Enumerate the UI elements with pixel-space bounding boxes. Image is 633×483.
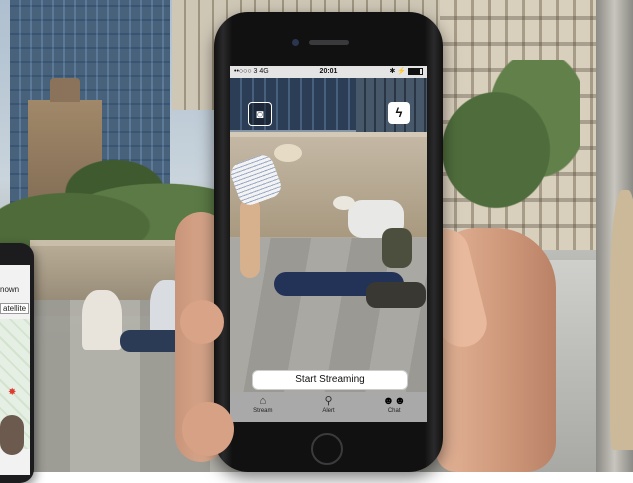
status-indicators: ✱ ⚡	[389, 66, 423, 78]
flash-button[interactable]: ϟ	[388, 102, 410, 124]
feed-person-lying-legs	[366, 282, 426, 308]
second-phone-finger	[0, 415, 24, 455]
left-thumb	[180, 300, 224, 344]
chat-people-icon: ☻☻	[382, 395, 406, 407]
tab-stream[interactable]: ⌂ Stream	[230, 392, 296, 422]
pedestrian-figure	[610, 190, 633, 450]
front-camera	[292, 39, 299, 46]
second-phone-text: nown	[0, 285, 20, 294]
camera-icon: ◙	[256, 107, 264, 121]
phone-screen: ••○○○ 3 4G 20:01 ✱ ⚡ ◙ ϟ Start Streaming	[230, 66, 427, 422]
switch-camera-button[interactable]: ◙	[248, 102, 272, 126]
feed-person-helper-legs	[382, 228, 412, 268]
second-phone-screen: nown atellite ✸ ✸	[0, 265, 30, 475]
alert-joystick-icon: ⚲	[324, 395, 333, 407]
feed-person-legs	[240, 198, 260, 278]
tab-bar: ⌂ Stream ⚲ Alert ☻☻ Chat	[230, 392, 427, 422]
second-phone: nown atellite ✸ ✸	[0, 243, 34, 483]
map-pin-icon: ✸	[8, 387, 17, 398]
tab-alert[interactable]: ⚲ Alert	[296, 392, 362, 422]
bystander-figure	[82, 290, 122, 350]
start-streaming-button[interactable]: Start Streaming	[252, 370, 408, 390]
map-type-button[interactable]: atellite	[0, 303, 30, 314]
earpiece	[309, 40, 349, 45]
tab-label: Chat	[387, 408, 401, 414]
flash-icon: ϟ	[395, 105, 403, 120]
tab-chat[interactable]: ☻☻ Chat	[361, 392, 427, 422]
left-finger	[182, 402, 234, 456]
tab-label: Stream	[253, 408, 273, 414]
home-button[interactable]	[311, 433, 343, 465]
tab-label: Alert	[322, 408, 335, 414]
stream-icon: ⌂	[259, 395, 267, 407]
battery-icon	[408, 67, 423, 75]
trees-right	[440, 60, 580, 240]
feed-person-cap	[333, 196, 355, 210]
feed-person-hat	[274, 144, 302, 162]
main-phone: ••○○○ 3 4G 20:01 ✱ ⚡ ◙ ϟ Start Streaming	[214, 12, 443, 472]
status-bar: ••○○○ 3 4G 20:01 ✱ ⚡	[230, 66, 427, 78]
camera-feed: ◙ ϟ Start Streaming	[230, 78, 427, 392]
